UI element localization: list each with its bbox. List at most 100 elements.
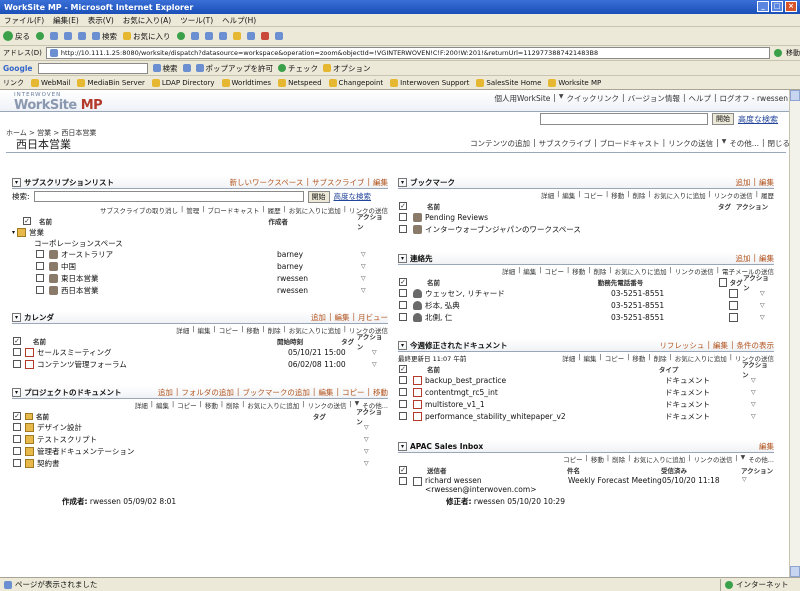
add-link[interactable]: 追加 bbox=[311, 312, 326, 323]
collapse-toggle[interactable]: ▾ bbox=[12, 177, 21, 187]
nav-help[interactable]: ヘルプ bbox=[688, 93, 711, 104]
details-link[interactable]: 詳細 bbox=[135, 400, 148, 410]
move-link[interactable]: 移動 bbox=[611, 190, 624, 200]
copy-link[interactable]: コピー bbox=[342, 387, 365, 398]
edit-link[interactable]: 編集 bbox=[523, 266, 536, 276]
copy-link[interactable]: コピー bbox=[177, 400, 197, 410]
menu-edit[interactable]: 編集(E) bbox=[53, 15, 79, 26]
edit-link[interactable]: 編集 bbox=[713, 340, 728, 351]
stop-icon[interactable] bbox=[50, 32, 58, 40]
media-icon[interactable] bbox=[176, 32, 185, 40]
advanced-search-link[interactable]: 高度な検索 bbox=[738, 114, 778, 125]
add-favorite-link[interactable]: お気に入りに追加 bbox=[675, 353, 727, 363]
add-link[interactable]: 追加 bbox=[735, 177, 750, 188]
move-link[interactable]: 移動 bbox=[246, 325, 259, 335]
spellcheck-button[interactable]: チェック bbox=[278, 63, 318, 74]
row-checkbox[interactable] bbox=[399, 400, 407, 408]
link-item[interactable]: LDAP Directory bbox=[151, 78, 215, 87]
messenger-icon[interactable] bbox=[274, 32, 283, 40]
link-item[interactable]: SalesSite Home bbox=[476, 78, 541, 87]
edit-link[interactable]: 編集 bbox=[583, 353, 596, 363]
edit-icon[interactable] bbox=[232, 32, 241, 40]
table-row[interactable]: セールスミーティング 05/10/21 15:00 ▽ bbox=[12, 346, 388, 358]
maximize-button[interactable]: □ bbox=[771, 1, 783, 12]
email-icon[interactable] bbox=[729, 312, 738, 322]
collapse-toggle[interactable]: ▾ bbox=[12, 312, 21, 322]
row-checkbox[interactable] bbox=[399, 376, 407, 384]
table-row[interactable]: ウェッセン, リチャード 03-5251-8551 ▽ bbox=[398, 287, 774, 299]
action-dropdown-icon[interactable]: ▽ bbox=[361, 287, 366, 294]
subscription-advanced-search[interactable]: 高度な検索 bbox=[334, 191, 372, 202]
home-icon[interactable] bbox=[78, 32, 86, 40]
worksite-logo[interactable]: INTERWOVEN WorkSite MP bbox=[14, 92, 103, 113]
menu-help[interactable]: ヘルプ(H) bbox=[222, 15, 256, 26]
select-all-checkbox[interactable]: ✓ bbox=[399, 278, 407, 286]
select-all-checkbox[interactable]: ✓ bbox=[399, 365, 407, 373]
table-row[interactable]: 杉本, 弘典 03-5251-8551 ▽ bbox=[398, 299, 774, 311]
move-link[interactable]: 移動 bbox=[373, 387, 388, 398]
row-checkbox[interactable] bbox=[399, 477, 407, 485]
table-row[interactable]: テストスクリプト ▽ bbox=[12, 433, 388, 445]
mail-icon[interactable] bbox=[204, 32, 213, 40]
details-link[interactable]: 詳細 bbox=[562, 353, 575, 363]
send-link-link[interactable]: リンクの送信 bbox=[307, 400, 346, 410]
table-row[interactable]: contentmgt_rc5_int ドキュメント ▽ bbox=[398, 386, 774, 398]
popup-button[interactable]: ポップアップを許可 bbox=[195, 63, 273, 74]
edit-link[interactable]: 編集 bbox=[562, 190, 575, 200]
action-dropdown-icon[interactable]: ▽ bbox=[742, 476, 747, 483]
send-link-link[interactable]: リンクの送信 bbox=[714, 190, 753, 200]
link-item[interactable]: Worksite MP bbox=[548, 78, 601, 87]
nav-personal-worksite[interactable]: 個人用WorkSite bbox=[494, 93, 550, 104]
table-row[interactable]: オーストラリア barney ▽ bbox=[12, 248, 388, 260]
table-row[interactable]: 北側, 仁 03-5251-8551 ▽ bbox=[398, 311, 774, 323]
details-link[interactable]: 詳細 bbox=[541, 190, 554, 200]
edit-link[interactable]: 編集 bbox=[197, 325, 210, 335]
add-link[interactable]: 追加 bbox=[735, 253, 750, 264]
edit-link[interactable]: 編集 bbox=[156, 400, 169, 410]
delete-link[interactable]: 削除 bbox=[268, 325, 281, 335]
action-add-content[interactable]: コンテンツの追加 bbox=[470, 138, 530, 149]
add-favorite-link[interactable]: お気に入りに追加 bbox=[247, 400, 299, 410]
add-favorite-link[interactable]: お気に入りに追加 bbox=[289, 325, 341, 335]
copy-link[interactable]: コピー bbox=[583, 190, 603, 200]
row-checkbox[interactable] bbox=[399, 412, 407, 420]
pagerank-icon[interactable] bbox=[182, 64, 191, 72]
close-button[interactable]: × bbox=[785, 1, 797, 12]
scroll-down-button[interactable] bbox=[790, 566, 800, 577]
table-row[interactable]: backup_best_practice ドキュメント ▽ bbox=[398, 374, 774, 386]
sender-name[interactable]: richard wessen bbox=[425, 476, 568, 485]
options-button[interactable]: オプション bbox=[323, 63, 371, 74]
go-button[interactable]: 移動 bbox=[786, 48, 800, 58]
minimize-button[interactable]: _ bbox=[757, 1, 769, 12]
google-search-button[interactable]: 検索 bbox=[152, 63, 178, 74]
move-link[interactable]: 移動 bbox=[591, 454, 604, 464]
header-search-button[interactable]: 開始 bbox=[712, 113, 734, 125]
header-search-input[interactable] bbox=[540, 113, 708, 125]
collapse-toggle[interactable]: ▾ bbox=[12, 387, 21, 397]
edit-link[interactable]: 編集 bbox=[759, 441, 774, 452]
month-view-link[interactable]: 月ビュー bbox=[358, 312, 388, 323]
add-favorite-link[interactable]: お気に入りに追加 bbox=[654, 190, 706, 200]
broadcast-link[interactable]: ブロードキャスト bbox=[207, 205, 259, 215]
nav-logoff[interactable]: ログオフ - rwessen bbox=[720, 93, 789, 104]
history-link[interactable]: 履歴 bbox=[268, 205, 281, 215]
forward-arrow-icon[interactable] bbox=[36, 32, 44, 40]
table-row[interactable]: デザイン設計 ▽ bbox=[12, 421, 388, 433]
select-all-checkbox[interactable]: ✓ bbox=[13, 337, 21, 345]
action-dropdown-icon[interactable]: ▽ bbox=[361, 263, 366, 270]
copy-link[interactable]: コピー bbox=[219, 325, 239, 335]
table-row[interactable]: コンテンツ管理フォーラム 06/02/08 11:00 ▽ bbox=[12, 358, 388, 370]
row-checkbox[interactable] bbox=[36, 262, 44, 270]
row-checkbox[interactable] bbox=[13, 447, 21, 455]
select-all-checkbox[interactable]: ✓ bbox=[399, 466, 407, 474]
table-row[interactable]: 西日本営業 rwessen ▽ bbox=[12, 284, 388, 296]
send-link-link[interactable]: リンクの送信 bbox=[693, 454, 732, 464]
link-item[interactable]: Changepoint bbox=[328, 78, 383, 87]
table-row[interactable]: multistore_v1_1 ドキュメント ▽ bbox=[398, 398, 774, 410]
send-link-link[interactable]: リンクの送信 bbox=[675, 266, 714, 276]
action-dropdown-icon[interactable]: ▽ bbox=[372, 349, 377, 356]
delete-link[interactable]: 削除 bbox=[612, 454, 625, 464]
address-input[interactable]: http://10.111.1.25:8080/worksite/dispatc… bbox=[45, 47, 770, 59]
row-checkbox[interactable] bbox=[13, 360, 21, 368]
add-link[interactable]: 追加 bbox=[158, 387, 173, 398]
